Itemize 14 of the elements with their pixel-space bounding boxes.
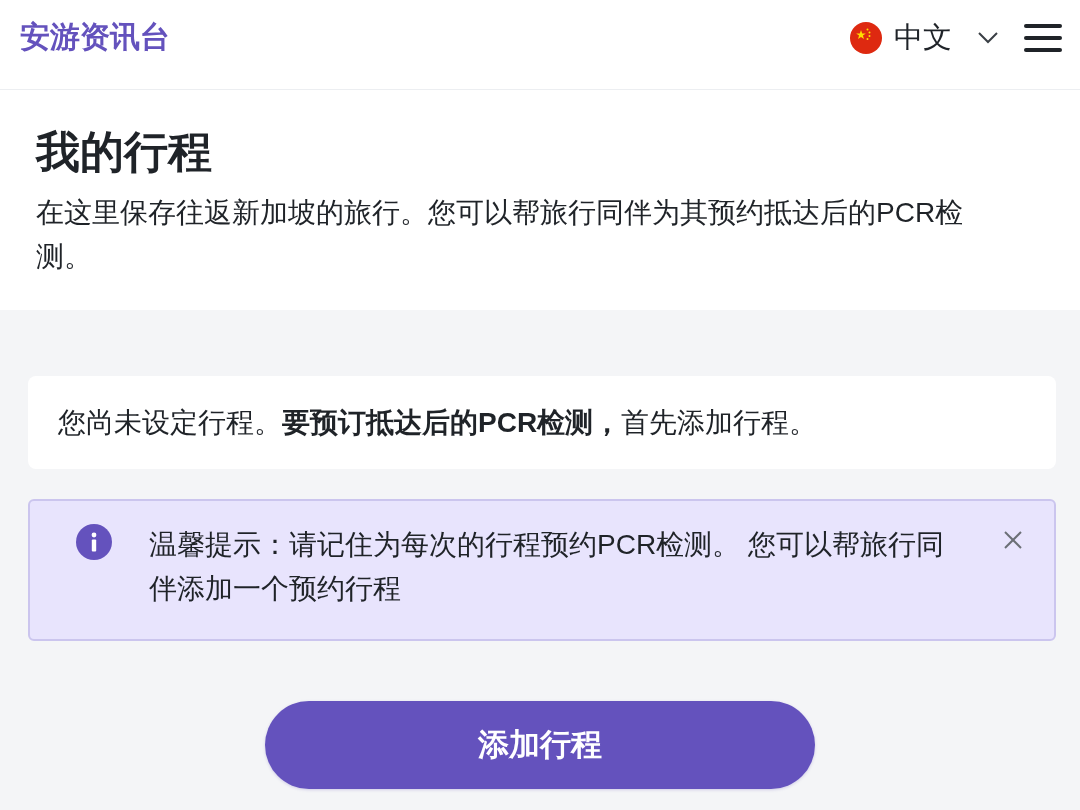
close-button[interactable]	[1004, 531, 1022, 549]
menu-button[interactable]	[1024, 23, 1062, 52]
notice-text: 您尚未设定行程。要预订抵达后的PCR检测，首先添加行程。	[58, 405, 818, 440]
close-icon	[1004, 531, 1022, 549]
add-trip-button[interactable]: 添加行程	[265, 701, 815, 789]
language-selector[interactable]: 中文	[850, 17, 998, 58]
site-logo[interactable]: 安游资讯台	[20, 17, 170, 58]
info-icon	[76, 524, 112, 560]
tip-text: 温馨提示：请记住为每次的行程预约PCR检测。 您可以帮旅行同伴添加一个预约行程	[149, 528, 945, 606]
china-flag-icon	[850, 21, 882, 54]
menu-icon	[1024, 23, 1062, 52]
page-description: 在这里保存往返新加坡的旅行。您可以帮旅行同伴为其预约抵达后的PCR检测。	[36, 195, 965, 274]
chevron-down-icon	[978, 31, 998, 44]
page-title: 我的行程	[36, 126, 213, 178]
